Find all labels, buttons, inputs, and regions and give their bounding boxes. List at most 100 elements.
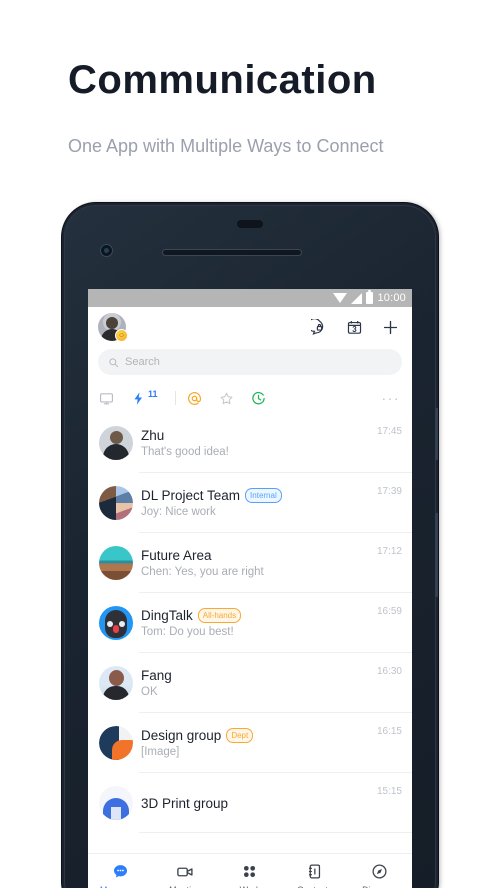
- search-placeholder: Search: [125, 356, 160, 368]
- list-item-title-line: 3D Print group: [141, 796, 369, 811]
- tab-messages[interactable]: Messages: [88, 863, 153, 888]
- list-item-title: DL Project Team: [141, 488, 241, 503]
- wifi-icon: [333, 293, 348, 303]
- monitor-filter-icon[interactable]: [99, 391, 114, 406]
- list-item-preview: Tom: Do you best!: [141, 626, 234, 638]
- phone-screen: 10:00 ☺ 3 Search 11 ··· Zhu That's good …: [88, 289, 412, 888]
- clock-filter-icon[interactable]: [251, 391, 266, 406]
- list-item-time: 17:12: [376, 546, 402, 557]
- lightning-filter-icon[interactable]: 11: [131, 388, 158, 406]
- list-item-title: DingTalk: [141, 608, 193, 623]
- list-item-preview: [Image]: [141, 746, 180, 758]
- dingtalk-mascot-avatar: [99, 606, 133, 640]
- list-item[interactable]: Design group Dept [Image] 16:15: [88, 713, 412, 773]
- plus-icon[interactable]: [381, 318, 400, 337]
- list-item-title: Design group: [141, 728, 222, 743]
- app-bar: ☺ 3: [88, 307, 412, 347]
- list-item-title: Fang: [141, 668, 172, 683]
- list-item-body: Zhu That's good idea!: [133, 428, 377, 458]
- print-logo-avatar: [99, 786, 133, 820]
- calendar-icon[interactable]: 3: [346, 319, 363, 336]
- more-filters-icon[interactable]: ···: [382, 391, 401, 405]
- list-item-preview: OK: [141, 686, 158, 698]
- front-camera-icon: [100, 244, 113, 257]
- phone-mockup: 10:00 ☺ 3 Search 11 ··· Zhu That's good …: [62, 203, 438, 888]
- list-item-body: DL Project Team Internal Joy: Nice work: [133, 488, 377, 518]
- emoji-status-badge[interactable]: ☺: [115, 329, 128, 342]
- address-book-icon: [306, 863, 323, 881]
- secure-chat-icon[interactable]: [311, 318, 328, 336]
- tab-work[interactable]: Work: [218, 863, 283, 888]
- bottom-navigation: Messages Meeting: [88, 853, 412, 888]
- tab-discover[interactable]: Discover: [347, 863, 412, 888]
- photo-avatar-zhu: [99, 426, 133, 460]
- tab-label: Meeting: [169, 885, 201, 888]
- list-item-time: 16:30: [376, 666, 402, 677]
- chat-list: Zhu That's good idea! 17:45 DL Project T…: [88, 413, 412, 833]
- page-root: Communication One App with Multiple Ways…: [0, 0, 500, 888]
- photo-avatar-fang: [99, 666, 133, 700]
- tab-label: Work: [240, 885, 261, 888]
- search-icon: [109, 357, 119, 367]
- list-item-title-line: DL Project Team Internal: [141, 488, 369, 503]
- list-item-title: Zhu: [141, 428, 165, 443]
- status-badge: All-hands: [197, 608, 242, 623]
- tab-meeting[interactable]: Meeting: [153, 863, 218, 888]
- list-item-title: 3D Print group: [141, 795, 229, 811]
- list-item[interactable]: DingTalk All-hands Tom: Do you best! 16:…: [88, 593, 412, 653]
- group-collage-avatar: [99, 486, 133, 520]
- list-item-preview: Joy: Nice work: [141, 506, 216, 518]
- list-item-title-line: Design group Dept: [141, 728, 369, 743]
- landscape-avatar: [99, 546, 133, 580]
- list-item-title-line: Fang: [141, 668, 369, 683]
- tab-contacts[interactable]: Contacts: [282, 863, 347, 888]
- status-badge: Dept: [226, 728, 254, 743]
- star-filter-icon[interactable]: [219, 391, 234, 406]
- list-item[interactable]: Fang OK 16:30: [88, 653, 412, 713]
- search-input[interactable]: Search: [98, 349, 402, 375]
- avatar[interactable]: ☺: [98, 313, 128, 342]
- list-item-time: 15:15: [376, 786, 402, 797]
- search-container: Search: [88, 347, 412, 383]
- grid-apps-icon: [241, 863, 258, 881]
- battery-icon: [366, 290, 374, 304]
- status-badge: Internal: [245, 488, 282, 503]
- list-item[interactable]: 3D Print group 15:15: [88, 773, 412, 833]
- status-bar: 10:00: [88, 289, 412, 307]
- list-item-body: DingTalk All-hands Tom: Do you best!: [133, 608, 377, 638]
- list-item[interactable]: Zhu That's good idea! 17:45: [88, 413, 412, 473]
- calendar-day-number: 3: [352, 324, 357, 334]
- list-item-time: 17:39: [376, 486, 402, 497]
- page-subtitle: One App with Multiple Ways to Connect: [68, 136, 384, 156]
- list-item-preview: That's good idea!: [141, 446, 229, 458]
- list-item-title-line: Zhu: [141, 428, 369, 443]
- list-item-title: Future Area: [141, 548, 212, 563]
- list-item[interactable]: Future Area Chen: Yes, you are right 17:…: [88, 533, 412, 593]
- list-item-body: Design group Dept [Image]: [133, 728, 377, 758]
- lightning-filter-badge: 11: [148, 388, 158, 399]
- filter-divider: [174, 391, 176, 405]
- list-item-time: 17:45: [376, 426, 402, 437]
- list-item-body: 3D Print group: [133, 796, 377, 811]
- list-item-title-line: DingTalk All-hands: [141, 608, 369, 623]
- list-item-time: 16:59: [376, 606, 402, 617]
- tab-label: Contacts: [297, 885, 333, 888]
- page-title: Communication: [68, 58, 377, 102]
- list-item[interactable]: DL Project Team Internal Joy: Nice work …: [88, 473, 412, 533]
- list-item-preview: Chen: Yes, you are right: [141, 566, 264, 578]
- design-logo-avatar: [99, 726, 133, 760]
- signal-icon: [351, 292, 363, 304]
- compass-icon: [371, 863, 388, 881]
- list-item-body: Fang OK: [133, 668, 377, 698]
- tab-label: Messages: [100, 885, 141, 888]
- app-bar-actions: 3: [311, 318, 400, 337]
- volume-button[interactable]: [435, 513, 438, 597]
- chat-bubble-icon: [112, 863, 129, 881]
- filter-row: 11 ···: [88, 383, 412, 413]
- tab-label: Discover: [362, 885, 397, 888]
- power-button[interactable]: [435, 408, 438, 460]
- phone-top-notch: [237, 220, 263, 228]
- list-item-title-line: Future Area: [141, 548, 369, 563]
- mention-filter-icon[interactable]: [187, 391, 202, 406]
- earpiece-speaker: [162, 249, 302, 256]
